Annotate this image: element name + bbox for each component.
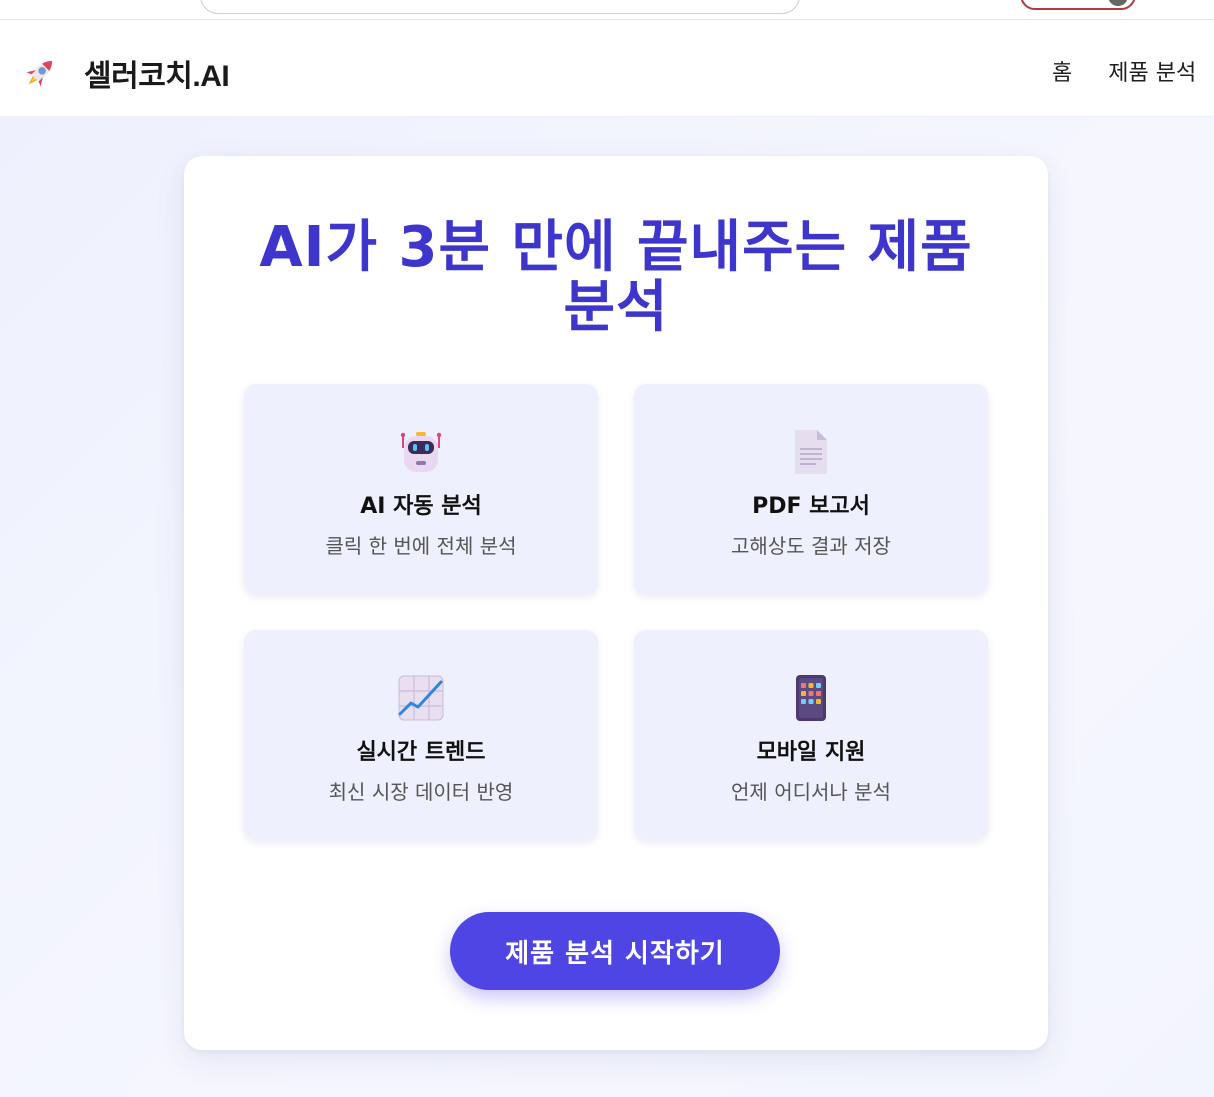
feature-title: AI 자동 분석 — [360, 494, 482, 519]
rocket-icon — [26, 60, 53, 87]
feature-desc: 최신 시장 데이터 반영 — [328, 780, 514, 804]
robot-icon — [400, 432, 442, 472]
site-header: 셀러코치.AI 홈 제품 분석 — [0, 21, 1214, 117]
browser-top-strip — [0, 0, 1214, 20]
main-nav: 홈 제품 분석 — [1052, 55, 1214, 87]
hero-card: AI가 3분 만에 끝내주는 제품 분석 AI 자동 분석 클릭 한 번에 전체… — [184, 156, 1048, 1050]
toggle-knob — [1108, 0, 1128, 6]
feature-desc: 클릭 한 번에 전체 분석 — [325, 534, 517, 558]
feature-card-pdf-report: PDF 보고서 고해상도 결과 저장 — [634, 384, 988, 594]
feature-card-mobile-support: 모바일 지원 언제 어디서나 분석 — [634, 630, 988, 840]
start-analysis-button[interactable]: 제품 분석 시작하기 — [450, 912, 780, 990]
feature-title: PDF 보고서 — [752, 494, 870, 519]
hero-title: AI가 3분 만에 끝내주는 제품 분석 — [259, 215, 973, 340]
mobile-phone-icon — [796, 675, 826, 721]
feature-title: 모바일 지원 — [756, 740, 866, 765]
feature-card-ai-analysis: AI 자동 분석 클릭 한 번에 전체 분석 — [244, 384, 598, 594]
feature-title: 실시간 트렌드 — [356, 740, 486, 765]
feature-desc: 고해상도 결과 저장 — [731, 534, 891, 558]
feature-desc: 언제 어디서나 분석 — [731, 780, 891, 804]
nav-item-product-analysis[interactable]: 제품 분석 — [1108, 55, 1196, 87]
main-content: AI가 3분 만에 끝내주는 제품 분석 AI 자동 분석 클릭 한 번에 전체… — [0, 117, 1214, 1097]
browser-search-bar[interactable] — [200, 0, 800, 14]
browser-toggle[interactable] — [1020, 0, 1136, 10]
chart-increasing-icon — [398, 675, 444, 721]
document-icon — [795, 430, 827, 474]
brand[interactable]: 셀러코치.AI — [20, 51, 230, 95]
brand-name: 셀러코치.AI — [84, 60, 230, 93]
nav-item-home[interactable]: 홈 — [1052, 55, 1072, 87]
feature-card-realtime-trend: 실시간 트렌드 최신 시장 데이터 반영 — [244, 630, 598, 840]
